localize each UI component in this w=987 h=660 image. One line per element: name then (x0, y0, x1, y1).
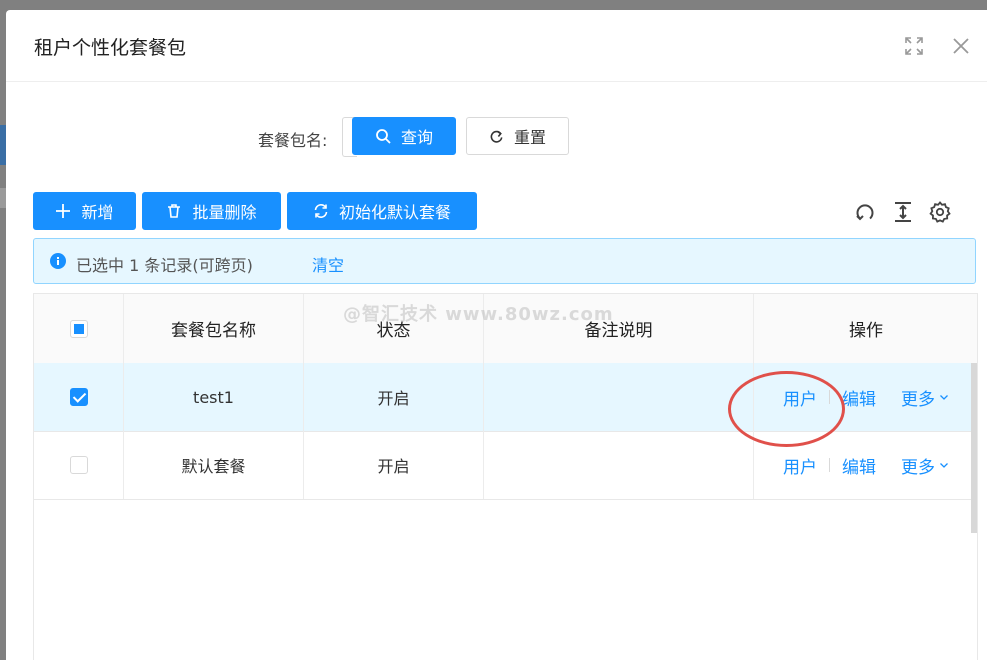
refresh-icon[interactable] (853, 200, 877, 224)
reset-label: 重置 (513, 128, 546, 147)
package-name-cell: test1 (124, 363, 304, 431)
chevron-down-icon (940, 395, 948, 400)
action-spacer (888, 458, 889, 472)
search-label: 套餐包名: (258, 131, 328, 150)
selection-count-text: 已选中 1 条记录(可跨页) (76, 256, 253, 275)
remark-cell (484, 431, 754, 499)
action-divider (829, 390, 830, 404)
more-label: 更多 (901, 457, 935, 478)
query-button[interactable]: 查询 (352, 117, 456, 155)
batch-delete-button[interactable]: 批量删除 (142, 192, 281, 230)
gear-icon[interactable] (928, 200, 952, 224)
more-action-dropdown[interactable]: 更多 (901, 385, 949, 410)
actions-cell: 用户 编辑 更多 (754, 363, 978, 431)
reload-icon (490, 130, 503, 143)
table-toolbar: 新增 批量删除 初始化默认套餐 (6, 192, 987, 232)
fullscreen-icon[interactable] (904, 36, 924, 56)
edit-action-link[interactable]: 编辑 (842, 385, 876, 410)
query-label: 查询 (400, 128, 433, 147)
info-icon (50, 253, 66, 269)
action-divider (829, 458, 830, 472)
plus-icon (56, 204, 71, 218)
selection-alert: 已选中 1 条记录(可跨页) 清空 (33, 238, 976, 284)
init-default-package-button[interactable]: 初始化默认套餐 (287, 192, 477, 230)
search-bar: 套餐包名: 查询 重置 (6, 117, 987, 157)
modal-dialog: 租户个性化套餐包 套餐包名: 查询 重置 新增 批量删除 初始化默认套餐 已选中… (6, 10, 987, 660)
row-checkbox[interactable] (69, 388, 88, 406)
reset-button[interactable]: 重置 (466, 117, 569, 155)
user-action-link[interactable]: 用户 (783, 453, 817, 478)
column-header-remark[interactable]: 备注说明 (484, 294, 754, 363)
remark-cell (484, 363, 754, 431)
header-select-cell (34, 294, 124, 363)
action-spacer (888, 390, 889, 404)
init-default-label: 初始化默认套餐 (338, 203, 451, 222)
add-button[interactable]: 新增 (33, 192, 136, 230)
trash-icon (168, 204, 181, 218)
add-label: 新增 (81, 203, 114, 222)
modal-title: 租户个性化套餐包 (34, 37, 187, 59)
status-cell: 开启 (304, 363, 484, 431)
table-header: 套餐包名称 状态 备注说明 操作 (34, 294, 977, 364)
package-name-cell: 默认套餐 (124, 431, 304, 499)
more-action-dropdown[interactable]: 更多 (901, 453, 949, 478)
modal-header: 租户个性化套餐包 (6, 10, 987, 82)
column-header-status[interactable]: 状态 (304, 294, 484, 363)
row-checkbox[interactable] (69, 456, 88, 474)
chevron-down-icon (940, 463, 948, 468)
close-icon[interactable] (951, 36, 971, 56)
column-header-name[interactable]: 套餐包名称 (124, 294, 304, 363)
row-select-cell (34, 431, 124, 499)
batch-delete-label: 批量删除 (192, 203, 257, 222)
column-header-actions: 操作 (849, 321, 883, 341)
select-all-checkbox[interactable] (69, 319, 88, 338)
table-row[interactable]: 默认套餐 开启 用户 编辑 更多 (34, 431, 977, 500)
edit-action-link[interactable]: 编辑 (842, 453, 876, 478)
more-label: 更多 (901, 389, 935, 410)
actions-cell: 用户 编辑 更多 (754, 431, 978, 499)
sync-icon (314, 204, 328, 218)
search-icon (376, 129, 391, 144)
status-cell: 开启 (304, 431, 484, 499)
table-scrollbar[interactable] (971, 363, 977, 533)
column-height-icon[interactable] (891, 200, 915, 224)
row-select-cell (34, 363, 124, 431)
user-action-link[interactable]: 用户 (783, 385, 817, 410)
clear-selection-link[interactable]: 清空 (312, 252, 344, 276)
table-row[interactable]: test1 开启 用户 编辑 更多 (34, 363, 977, 432)
package-table: 套餐包名称 状态 备注说明 操作 test1 开启 用户 编辑 更多 默认套餐 … (33, 293, 978, 660)
